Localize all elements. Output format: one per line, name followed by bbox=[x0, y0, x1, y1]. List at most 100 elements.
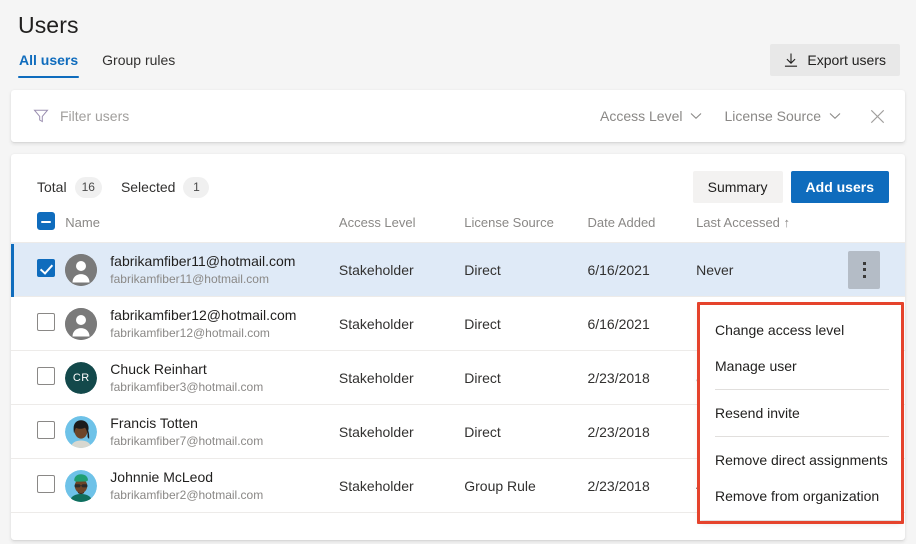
user-identity: Francis Totten fabrikamfiber7@hotmail.co… bbox=[65, 415, 329, 449]
row-date-added: 2/23/2018 bbox=[587, 351, 696, 405]
page-title: Users bbox=[18, 10, 916, 40]
export-users-button[interactable]: Export users bbox=[770, 44, 900, 76]
menu-item-remove-from-organization[interactable]: Remove from organization bbox=[700, 478, 901, 514]
summary-button[interactable]: Summary bbox=[693, 171, 783, 203]
menu-item-change-access-level[interactable]: Change access level bbox=[700, 312, 901, 348]
user-email: fabrikamfiber7@hotmail.com bbox=[110, 434, 263, 449]
row-checkbox[interactable] bbox=[37, 475, 55, 493]
avatar bbox=[65, 470, 97, 502]
tab-group-rules[interactable]: Group rules bbox=[101, 48, 176, 78]
user-identity: fabrikamfiber11@hotmail.com fabrikamfibe… bbox=[65, 253, 329, 287]
user-name: Johnnie McLeod bbox=[110, 469, 263, 486]
tab-all-users[interactable]: All users bbox=[18, 48, 79, 78]
user-name: fabrikamfiber12@hotmail.com bbox=[110, 307, 296, 324]
sort-ascending-icon: ↑ bbox=[784, 215, 791, 230]
row-license-source: Direct bbox=[464, 297, 587, 351]
user-email: fabrikamfiber2@hotmail.com bbox=[110, 488, 263, 503]
row-access-level: Stakeholder bbox=[339, 297, 464, 351]
selected-badge: 1 bbox=[183, 177, 209, 198]
chevron-down-icon bbox=[690, 112, 702, 120]
row-actions-cell bbox=[842, 243, 905, 297]
row-partial-cell bbox=[65, 513, 339, 541]
user-email: fabrikamfiber11@hotmail.com bbox=[110, 272, 295, 287]
user-email: fabrikamfiber3@hotmail.com bbox=[110, 380, 263, 395]
filter-controls: Access Level License Source bbox=[600, 108, 889, 124]
select-all-checkbox[interactable] bbox=[37, 212, 55, 230]
row-access-level: Stakeholder bbox=[339, 459, 464, 513]
column-access-level[interactable]: Access Level bbox=[339, 206, 464, 243]
users-page: Users All users Group rules Export users bbox=[0, 0, 916, 544]
user-name: Francis Totten bbox=[110, 415, 263, 432]
column-license-source[interactable]: License Source bbox=[464, 206, 587, 243]
row-partial-cell bbox=[587, 513, 696, 541]
access-level-dropdown-label: Access Level bbox=[600, 108, 682, 124]
select-all-header bbox=[11, 206, 65, 243]
user-identity: CR Chuck Reinhart fabrikamfiber3@hotmail… bbox=[65, 361, 329, 395]
tabs-row: All users Group rules Export users bbox=[18, 48, 916, 78]
row-select-cell bbox=[11, 459, 65, 513]
row-access-level: Stakeholder bbox=[339, 405, 464, 459]
user-text: Francis Totten fabrikamfiber7@hotmail.co… bbox=[110, 415, 263, 449]
avatar bbox=[65, 254, 97, 286]
user-name: Chuck Reinhart bbox=[110, 361, 263, 378]
add-users-button[interactable]: Add users bbox=[791, 171, 889, 203]
user-email: fabrikamfiber12@hotmail.com bbox=[110, 326, 296, 341]
table-row[interactable]: fabrikamfiber11@hotmail.com fabrikamfibe… bbox=[11, 243, 905, 297]
license-source-dropdown-label: License Source bbox=[724, 108, 821, 124]
menu-item-remove-direct-assignments[interactable]: Remove direct assignments bbox=[700, 442, 901, 478]
row-checkbox[interactable] bbox=[37, 313, 55, 331]
filter-bar: Filter users Access Level License Source bbox=[11, 90, 905, 142]
column-date-added[interactable]: Date Added bbox=[587, 206, 696, 243]
chevron-down-icon bbox=[829, 112, 841, 120]
ellipsis-icon-dot bbox=[863, 268, 866, 271]
total-badge: 16 bbox=[75, 177, 102, 198]
filter-icon bbox=[33, 108, 49, 124]
row-date-added: 6/16/2021 bbox=[587, 243, 696, 297]
toolbar-actions: Summary Add users bbox=[693, 171, 889, 203]
row-checkbox[interactable] bbox=[37, 421, 55, 439]
access-level-dropdown[interactable]: Access Level bbox=[600, 108, 702, 124]
filter-input-group[interactable]: Filter users bbox=[33, 108, 129, 124]
avatar-initials: CR bbox=[73, 372, 90, 384]
selected-count: Selected 1 bbox=[121, 177, 209, 198]
close-icon bbox=[870, 109, 885, 124]
total-count: Total 16 bbox=[37, 177, 102, 198]
row-checkbox[interactable] bbox=[37, 259, 55, 277]
row-date-added: 6/16/2021 bbox=[587, 297, 696, 351]
row-select-cell bbox=[11, 243, 65, 297]
row-license-source: Direct bbox=[464, 351, 587, 405]
row-name-cell: Johnnie McLeod fabrikamfiber2@hotmail.co… bbox=[65, 459, 339, 513]
selected-label: Selected bbox=[121, 179, 175, 195]
row-license-source: Direct bbox=[464, 405, 587, 459]
column-actions bbox=[842, 206, 905, 243]
row-license-source: Group Rule bbox=[464, 459, 587, 513]
download-icon bbox=[784, 53, 798, 68]
license-source-dropdown[interactable]: License Source bbox=[724, 108, 841, 124]
column-name[interactable]: Name bbox=[65, 206, 339, 243]
avatar: CR bbox=[65, 362, 97, 394]
user-text: Johnnie McLeod fabrikamfiber2@hotmail.co… bbox=[110, 469, 263, 503]
page-header: Users All users Group rules Export users bbox=[0, 0, 916, 78]
row-partial-cell bbox=[464, 513, 587, 541]
row-date-added: 2/23/2018 bbox=[587, 459, 696, 513]
list-toolbar: Total 16 Selected 1 Summary Add users bbox=[11, 154, 905, 206]
row-partial-cell bbox=[11, 513, 65, 541]
avatar bbox=[65, 308, 97, 340]
row-select-cell bbox=[11, 297, 65, 351]
column-last-accessed[interactable]: Last Accessed ↑ bbox=[696, 206, 842, 243]
user-text: fabrikamfiber12@hotmail.com fabrikamfibe… bbox=[110, 307, 296, 341]
menu-item-resend-invite[interactable]: Resend invite bbox=[700, 395, 901, 431]
row-access-level: Stakeholder bbox=[339, 351, 464, 405]
table-header: Name Access Level License Source Date Ad… bbox=[11, 206, 905, 243]
filter-users-input[interactable]: Filter users bbox=[60, 108, 129, 124]
user-identity: Johnnie McLeod fabrikamfiber2@hotmail.co… bbox=[65, 469, 329, 503]
row-license-source: Direct bbox=[464, 243, 587, 297]
row-more-actions-button[interactable] bbox=[848, 251, 880, 289]
row-select-cell bbox=[11, 351, 65, 405]
clear-filters-button[interactable] bbox=[866, 109, 889, 124]
tab-list: All users Group rules bbox=[18, 48, 176, 78]
user-name: fabrikamfiber11@hotmail.com bbox=[110, 253, 295, 270]
row-name-cell: fabrikamfiber12@hotmail.com fabrikamfibe… bbox=[65, 297, 339, 351]
row-checkbox[interactable] bbox=[37, 367, 55, 385]
menu-item-manage-user[interactable]: Manage user bbox=[700, 348, 901, 384]
